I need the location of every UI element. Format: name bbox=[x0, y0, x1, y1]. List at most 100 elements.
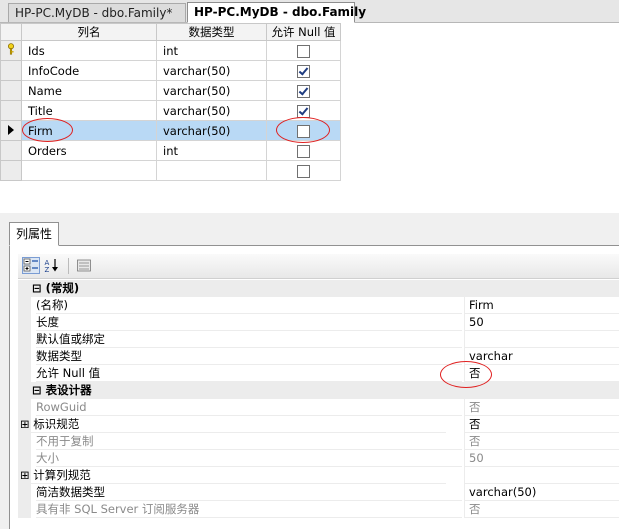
row-selector[interactable] bbox=[0, 120, 22, 141]
header-data-type[interactable]: 数据类型 bbox=[156, 23, 267, 41]
tab-family-modified[interactable]: HP-PC.MyDB - dbo.Family* bbox=[8, 3, 186, 22]
row-selector[interactable] bbox=[0, 100, 22, 121]
alphabetical-sort-button[interactable]: AZ bbox=[43, 257, 61, 274]
row-selector[interactable] bbox=[0, 160, 22, 181]
table-row[interactable]: Ids int bbox=[0, 40, 341, 61]
cell-allow-null[interactable] bbox=[266, 140, 341, 161]
property-value[interactable]: varchar bbox=[464, 348, 619, 365]
categorized-icon bbox=[23, 258, 38, 272]
row-gutter bbox=[18, 484, 31, 501]
property-value[interactable]: 否 bbox=[464, 365, 619, 382]
allow-null-checkbox[interactable] bbox=[297, 64, 310, 78]
property-row-name[interactable]: (名称) Firm bbox=[18, 297, 619, 314]
collapse-icon[interactable]: ⊟ bbox=[32, 281, 42, 295]
tab-column-properties[interactable]: 列属性 bbox=[9, 222, 59, 246]
cell-data-type[interactable] bbox=[156, 160, 267, 181]
cell-allow-null[interactable] bbox=[266, 80, 341, 101]
cell-data-type[interactable]: int bbox=[156, 140, 267, 161]
property-value[interactable]: 50 bbox=[464, 314, 619, 331]
property-value[interactable] bbox=[464, 331, 619, 348]
table-row[interactable]: InfoCode varchar(50) bbox=[0, 60, 341, 81]
row-gutter bbox=[18, 348, 31, 365]
cell-data-type[interactable]: varchar(50) bbox=[156, 60, 267, 81]
property-value[interactable]: Firm bbox=[464, 297, 619, 314]
property-value[interactable]: 否 bbox=[464, 399, 619, 416]
pane-splitter[interactable] bbox=[0, 213, 619, 220]
row-gutter bbox=[18, 280, 31, 297]
property-pages-button[interactable] bbox=[75, 257, 93, 274]
property-category-general[interactable]: ⊟ (常规) bbox=[18, 280, 619, 297]
allow-null-checkbox[interactable] bbox=[297, 124, 310, 138]
column-design-grid: 列名 数据类型 允许 Null 值 Ids int InfoCode varch… bbox=[0, 23, 619, 213]
row-selector[interactable] bbox=[0, 80, 22, 101]
property-pages-icon bbox=[77, 259, 91, 272]
property-value[interactable]: 否 bbox=[464, 416, 619, 433]
property-row-length[interactable]: 长度 50 bbox=[18, 314, 619, 331]
cell-allow-null[interactable] bbox=[266, 100, 341, 121]
allow-null-checkbox[interactable] bbox=[297, 84, 310, 98]
property-value[interactable]: varchar(50) bbox=[464, 484, 619, 501]
property-label: ⊞ 标识规范 bbox=[20, 416, 446, 433]
categorized-button[interactable] bbox=[22, 257, 40, 274]
property-value[interactable] bbox=[464, 467, 619, 484]
table-row-new[interactable] bbox=[0, 160, 341, 181]
cell-data-type[interactable]: varchar(50) bbox=[156, 120, 267, 141]
grid-empty-area bbox=[340, 23, 619, 213]
allow-null-checkbox[interactable] bbox=[297, 164, 310, 178]
cell-data-type[interactable]: varchar(50) bbox=[156, 80, 267, 101]
property-label: 允许 Null 值 bbox=[36, 365, 462, 382]
category-name: (常规) bbox=[45, 281, 80, 295]
properties-toolbar: AZ bbox=[18, 254, 619, 279]
cell-data-type[interactable]: varchar(50) bbox=[156, 100, 267, 121]
property-label-text: 标识规范 bbox=[33, 417, 80, 431]
table-row-selected[interactable]: Firm varchar(50) bbox=[0, 120, 341, 141]
cell-column-name[interactable]: Orders bbox=[21, 140, 157, 161]
property-row-allow-null[interactable]: 允许 Null 值否 bbox=[18, 365, 619, 382]
header-allow-null[interactable]: 允许 Null 值 bbox=[266, 23, 341, 41]
property-row-non-sql-subscriber[interactable]: 具有非 SQL Server 订阅服务器否 bbox=[18, 501, 619, 518]
row-gutter bbox=[18, 297, 31, 314]
row-selector[interactable] bbox=[0, 40, 22, 61]
property-row-size[interactable]: 大小 50 bbox=[18, 450, 619, 467]
property-row-data-type[interactable]: 数据类型 varchar bbox=[18, 348, 619, 365]
cell-column-name[interactable]: Name bbox=[21, 80, 157, 101]
cell-allow-null[interactable] bbox=[266, 120, 341, 141]
cell-column-name[interactable]: Title bbox=[21, 100, 157, 121]
row-selector[interactable] bbox=[0, 60, 22, 81]
table-row[interactable]: Orders int bbox=[0, 140, 341, 161]
property-row-not-for-replication[interactable]: 不用于复制否 bbox=[18, 433, 619, 450]
row-selector[interactable] bbox=[0, 140, 22, 161]
collapse-icon[interactable]: ⊟ bbox=[32, 383, 42, 397]
expand-icon[interactable]: ⊞ bbox=[20, 468, 30, 482]
property-value[interactable]: 50 bbox=[464, 450, 619, 467]
cell-allow-null[interactable] bbox=[266, 40, 341, 61]
cell-column-name[interactable]: InfoCode bbox=[21, 60, 157, 81]
cell-data-type[interactable]: int bbox=[156, 40, 267, 61]
property-row-rowguid[interactable]: RowGuid 否 bbox=[18, 399, 619, 416]
expand-icon[interactable]: ⊞ bbox=[20, 417, 30, 431]
cell-allow-null[interactable] bbox=[266, 160, 341, 181]
allow-null-checkbox[interactable] bbox=[297, 104, 310, 118]
cell-column-name[interactable] bbox=[21, 160, 157, 181]
property-value[interactable]: 否 bbox=[464, 433, 619, 450]
header-column-name[interactable]: 列名 bbox=[21, 23, 157, 41]
table-row[interactable]: Title varchar(50) bbox=[0, 100, 341, 121]
allow-null-checkbox[interactable] bbox=[297, 44, 310, 58]
property-row-identity-spec[interactable]: ⊞ 标识规范 否 bbox=[18, 416, 619, 433]
row-gutter bbox=[18, 365, 31, 382]
cell-column-name[interactable]: Firm bbox=[21, 120, 157, 141]
columns-header-row: 列名 数据类型 允许 Null 值 bbox=[0, 23, 341, 41]
property-row-default-value[interactable]: 默认值或绑定 bbox=[18, 331, 619, 348]
cell-allow-null[interactable] bbox=[266, 60, 341, 81]
property-label: 长度 bbox=[36, 314, 462, 331]
property-value[interactable]: 否 bbox=[464, 501, 619, 518]
row-gutter bbox=[18, 314, 31, 331]
property-row-computed-column-spec[interactable]: ⊞ 计算列规范 bbox=[18, 467, 619, 484]
table-row[interactable]: Name varchar(50) bbox=[0, 80, 341, 101]
toolbar-separator bbox=[68, 258, 69, 274]
property-category-table-designer[interactable]: ⊟ 表设计器 bbox=[18, 382, 619, 399]
allow-null-checkbox[interactable] bbox=[297, 144, 310, 158]
cell-column-name[interactable]: Ids bbox=[21, 40, 157, 61]
property-row-condensed-type[interactable]: 简洁数据类型 varchar(50) bbox=[18, 484, 619, 501]
tab-family-active[interactable]: HP-PC.MyDB - dbo.Family bbox=[187, 2, 366, 23]
